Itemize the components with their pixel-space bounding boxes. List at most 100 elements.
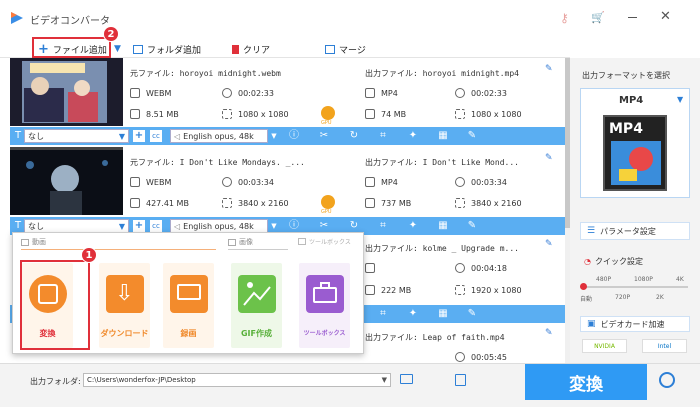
watermark-icon[interactable]: ▦ [437, 308, 449, 320]
alarm-clock-icon[interactable] [659, 372, 675, 388]
cc-icon[interactable]: cc [150, 130, 162, 142]
watermark-icon[interactable]: ▦ [437, 220, 449, 232]
minimize-button[interactable] [628, 17, 637, 18]
info-icon[interactable]: ⓘ [288, 220, 300, 232]
quality-bottom-label-auto: 自動 [580, 296, 593, 303]
edit-icon[interactable]: ✎ [466, 130, 478, 142]
output-format [365, 263, 375, 273]
quality-slider[interactable] [580, 283, 688, 290]
effects-icon[interactable]: ✦ [407, 308, 419, 320]
toolbox-tile[interactable]: ツールボックス [299, 263, 350, 348]
quick-settings-text: クイック設定 [594, 257, 643, 266]
text-icon: T [14, 130, 22, 141]
crop-icon[interactable]: ⌗ [377, 220, 389, 232]
output-size-value: 74 MB [381, 109, 407, 119]
output-folder-input[interactable]: C:\Users\wonderfox-JP\Desktop ▼ [83, 373, 391, 387]
remove-file-icon[interactable]: ✎ [545, 239, 553, 249]
audio-dropdown-icon[interactable]: ▼ [268, 130, 280, 142]
download-tile[interactable]: ⇩ ダウンロード [99, 263, 150, 348]
merge-icon [325, 44, 335, 54]
effects-icon[interactable]: ✦ [407, 130, 419, 142]
edit-bar: T なし ▼ + cc ◁ English opus, 48k ▼ ⓘ ✂ ↻ ⌗ … [10, 127, 565, 145]
video-thumbnail[interactable] [10, 58, 123, 126]
output-file-name: 出力ファイル: kolme _ Upgrade m... [365, 244, 519, 253]
section-image-underline [228, 249, 288, 250]
file-row[interactable]: 元ファイル: horoyoi midnight.webm WEBM 00:02:… [10, 58, 565, 126]
output-size: 737 MB [365, 198, 411, 208]
clear-button[interactable]: クリア [232, 42, 270, 56]
output-duration: 00:05:45 [455, 352, 507, 362]
output-format-value: MP4 [381, 88, 398, 98]
folder-dropdown-icon[interactable]: ▼ [382, 374, 387, 386]
output-folder-path: C:\Users\wonderfox-JP\Desktop [87, 376, 196, 384]
close-button[interactable]: ✕ [660, 9, 671, 24]
crop-icon[interactable]: ⌗ [377, 130, 389, 142]
record-tile-label: 録画 [180, 329, 197, 338]
gif-tile[interactable]: GIF作成 [231, 263, 282, 348]
download-tile-icon: ⇩ [105, 275, 144, 313]
clock-icon [222, 177, 232, 187]
watermark-icon[interactable]: ▦ [437, 130, 449, 142]
audio-select[interactable]: ◁ English opus, 48k [170, 129, 268, 143]
edit-icon[interactable]: ✎ [466, 220, 478, 232]
output-resolution: 1920 x 1080 [455, 285, 522, 295]
cart-icon[interactable]: 🛒 [591, 11, 605, 24]
file-row[interactable]: 元ファイル: I Don't Like Mondays. _... WEBM 0… [10, 147, 565, 215]
format-selector[interactable]: MP4 ▼ MP4 [580, 88, 690, 198]
crop-icon[interactable]: ⌗ [377, 308, 389, 320]
remove-file-icon[interactable]: ✎ [545, 64, 553, 74]
video-thumbnail[interactable] [10, 147, 123, 215]
film-icon [365, 177, 375, 187]
add-subtitle-icon[interactable]: + [133, 130, 145, 142]
section-video: 動画 [21, 237, 46, 247]
merge-button[interactable]: マージ [325, 42, 366, 56]
step-badge-2: 2 [103, 26, 119, 42]
gauge-icon: ◔ [584, 257, 591, 266]
source-resolution-value: 1080 x 1080 [238, 109, 289, 119]
parameter-settings-button[interactable]: ☰ パラメータ設定 [580, 222, 690, 240]
trash-icon [232, 44, 239, 54]
key-icon[interactable]: ⚷ [560, 11, 569, 25]
info-icon[interactable]: ⓘ [288, 130, 300, 142]
source-format-value: WEBM [146, 88, 172, 98]
mp4-format-icon: MP4 [603, 115, 667, 191]
quality-bottom-label-2k: 2K [656, 294, 664, 301]
output-resolution: 3840 x 2160 [455, 198, 522, 208]
convert-tile-highlight [20, 260, 90, 350]
cut-icon[interactable]: ✂ [318, 130, 330, 142]
add-file-dropdown[interactable]: ▼ [114, 42, 121, 56]
section-toolbox-label: ツールボックス [309, 239, 351, 246]
gpu-accel-label: ビデオカード加速 [600, 319, 665, 329]
audio-dropdown-icon[interactable]: ▼ [268, 220, 280, 232]
output-duration-value: 00:05:45 [471, 352, 507, 362]
audio-select[interactable]: ◁ English opus, 48k [170, 219, 268, 233]
remove-file-icon[interactable]: ✎ [545, 153, 553, 163]
gpu-accel-button[interactable]: ▣ ビデオカード加速 [580, 316, 690, 332]
format-dropdown-icon[interactable]: ▼ [677, 95, 683, 104]
cc-icon[interactable]: cc [150, 220, 162, 232]
source-resolution: 1080 x 1080 [222, 109, 289, 119]
quality-slider-handle[interactable] [580, 283, 587, 290]
output-resolution-value: 1080 x 1080 [471, 109, 522, 119]
open-folder-icon[interactable] [400, 374, 413, 384]
resolution-icon [222, 198, 232, 208]
output-format-panel: 出力フォーマットを選択 MP4 ▼ MP4 ☰ パラメータ設定 ◔ クイック設定 4… [570, 58, 700, 363]
clock-icon [455, 88, 465, 98]
rotate-icon[interactable]: ↻ [348, 220, 360, 232]
source-file-name: 元ファイル: horoyoi midnight.webm [130, 69, 281, 78]
output-folder-browse-icon[interactable] [455, 374, 466, 386]
output-duration-value: 00:04:18 [471, 263, 507, 273]
effects-icon[interactable]: ✦ [407, 220, 419, 232]
source-format: WEBM [130, 177, 171, 187]
subtitle-select[interactable]: なし ▼ [24, 129, 129, 143]
cut-icon[interactable]: ✂ [318, 220, 330, 232]
record-tile[interactable]: 録画 [163, 263, 214, 348]
rotate-icon[interactable]: ↻ [348, 130, 360, 142]
convert-button[interactable]: 変換 [525, 364, 647, 400]
remove-file-icon[interactable]: ✎ [545, 328, 553, 338]
output-duration: 00:02:33 [455, 88, 507, 98]
edit-icon[interactable]: ✎ [466, 308, 478, 320]
add-subtitle-icon[interactable]: + [133, 220, 145, 232]
subtitle-select[interactable]: なし ▼ [24, 219, 129, 233]
add-folder-button[interactable]: フォルダ追加 [133, 42, 201, 56]
